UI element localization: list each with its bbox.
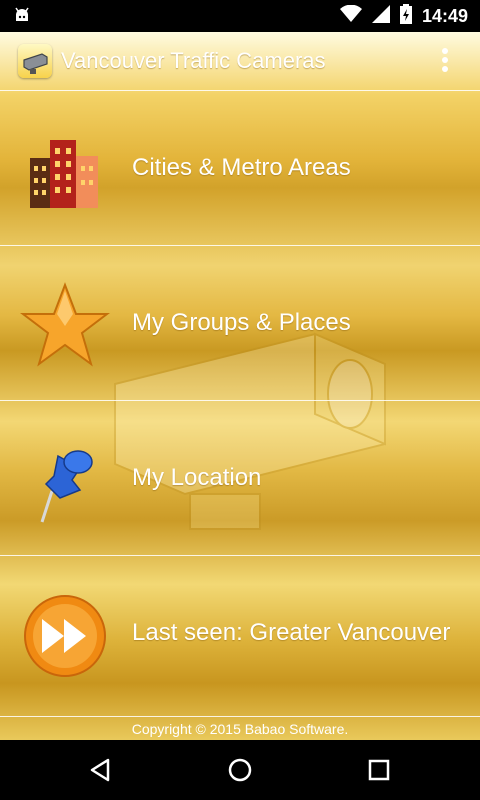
menu-label-location: My Location <box>132 464 262 491</box>
buildings-icon <box>20 126 110 216</box>
menu-label-groups: My Groups & Places <box>132 309 351 336</box>
star-icon <box>20 281 110 371</box>
wifi-icon <box>339 4 362 28</box>
copyright-text: Copyright © 2015 Babao Software. <box>0 716 480 740</box>
traffic-camera-icon <box>18 44 52 78</box>
menu-item-last-seen[interactable]: Last seen: Greater Vancouver <box>0 555 480 710</box>
menu-label-last-seen: Last seen: Greater Vancouver <box>132 619 451 646</box>
recents-icon[interactable] <box>364 755 394 785</box>
app-title: Vancouver Traffic Cameras <box>61 48 326 73</box>
signal-icon <box>371 4 390 28</box>
menu-item-groups[interactable]: My Groups & Places <box>0 245 480 400</box>
fast-forward-icon <box>20 591 110 681</box>
pushpin-icon <box>20 436 110 526</box>
menu-item-location[interactable]: My Location <box>0 400 480 555</box>
back-icon[interactable] <box>86 755 116 785</box>
home-icon[interactable] <box>225 755 255 785</box>
status-bar: 14:49 <box>0 0 480 32</box>
app-bar: Vancouver Traffic Cameras <box>0 32 480 90</box>
status-time: 14:49 <box>421 5 468 26</box>
navigation-bar <box>0 740 480 800</box>
overflow-menu-icon[interactable] <box>437 46 453 76</box>
android-debug-icon <box>12 6 32 31</box>
app-screen: Vancouver Traffic Cameras Cities & Metro… <box>0 32 480 740</box>
battery-charging-icon <box>399 3 412 29</box>
menu-item-cities[interactable]: Cities & Metro Areas <box>0 90 480 245</box>
menu-label-cities: Cities & Metro Areas <box>132 154 351 181</box>
